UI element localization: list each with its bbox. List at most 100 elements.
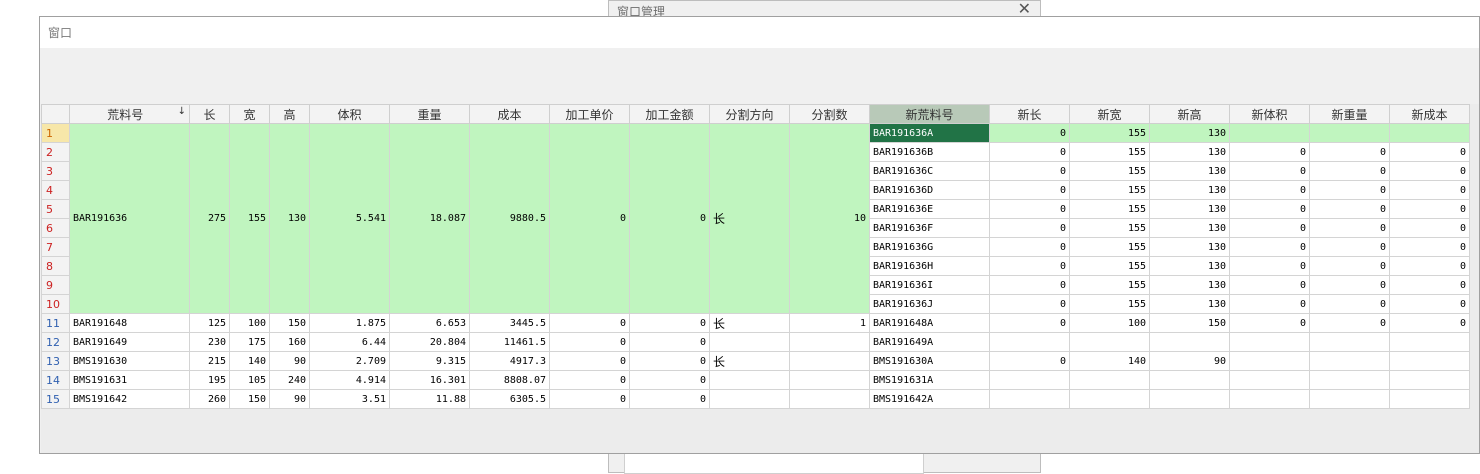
row-number-header[interactable]	[41, 104, 70, 124]
col-header-block-no[interactable]: 荒料号 ↓	[69, 104, 190, 124]
cell-new-cost[interactable]: 0	[1389, 237, 1470, 257]
cell-new-height[interactable]: 130	[1149, 256, 1230, 276]
cell-length[interactable]: 260	[189, 389, 230, 409]
cell-new-block-no[interactable]: BAR191636G	[869, 237, 990, 257]
cell-block-no[interactable]: BAR191649	[69, 332, 190, 352]
cell-new-length[interactable]: 0	[989, 161, 1070, 181]
cell-new-weight[interactable]	[1309, 389, 1390, 409]
cell-new-volume[interactable]	[1229, 389, 1310, 409]
cell-split-count[interactable]: 1	[789, 313, 870, 333]
cell-split-direction[interactable]	[709, 332, 790, 352]
table-row[interactable]: 12 BAR191649 230 175 160 6.44 20.804 11461.5 0 0 B…	[41, 332, 1470, 352]
cell-height[interactable]: 160	[269, 332, 310, 352]
cell-length[interactable]: 195	[189, 370, 230, 390]
cell-split-direction[interactable]: 长	[709, 313, 790, 333]
cell-new-weight[interactable]: 0	[1309, 142, 1390, 162]
row-number[interactable]: 12	[41, 332, 70, 352]
row-number[interactable]: 2	[41, 142, 70, 162]
table-row[interactable]: 11 BAR191648 125 100 150 1.875 6.653 3445.5 0 0 长 1…	[41, 313, 1470, 333]
cell-new-weight[interactable]: 0	[1309, 199, 1390, 219]
cell-new-length[interactable]: 0	[989, 294, 1070, 314]
cell-width[interactable]: 105	[229, 370, 270, 390]
cell-unit-price[interactable]: 0	[549, 123, 630, 314]
cell-split-direction[interactable]: 长	[709, 351, 790, 371]
cell-new-volume[interactable]: 0	[1229, 313, 1310, 333]
cell-volume[interactable]: 4.914	[309, 370, 390, 390]
cell-new-block-no[interactable]: BAR191636J	[869, 294, 990, 314]
cell-new-block-no[interactable]: BMS191642A	[869, 389, 990, 409]
cell-weight[interactable]: 16.301	[389, 370, 470, 390]
cell-height[interactable]: 90	[269, 389, 310, 409]
cell-new-width[interactable]: 140	[1069, 351, 1150, 371]
cell-amount[interactable]: 0	[629, 370, 710, 390]
cell-new-volume[interactable]	[1229, 370, 1310, 390]
cell-unit-price[interactable]: 0	[549, 351, 630, 371]
cell-new-cost[interactable]: 0	[1389, 142, 1470, 162]
cell-new-length[interactable]: 0	[989, 313, 1070, 333]
row-number[interactable]: 11	[41, 313, 70, 333]
cell-block-no[interactable]: BAR191636	[69, 123, 190, 314]
cell-new-block-no[interactable]: BAR191636D	[869, 180, 990, 200]
cell-new-block-no[interactable]: BAR191648A	[869, 313, 990, 333]
col-header-new-cost[interactable]: 新成本	[1389, 104, 1470, 124]
cell-split-count[interactable]	[789, 370, 870, 390]
cell-new-cost[interactable]	[1389, 389, 1470, 409]
cell-split-direction[interactable]	[709, 370, 790, 390]
cell-new-height[interactable]: 130	[1149, 275, 1230, 295]
cell-block-no[interactable]: BMS191631	[69, 370, 190, 390]
cell-new-cost[interactable]: 0	[1389, 256, 1470, 276]
cell-new-cost[interactable]	[1389, 332, 1470, 352]
cell-height[interactable]: 240	[269, 370, 310, 390]
cell-new-height[interactable]: 130	[1149, 199, 1230, 219]
cell-new-width[interactable]: 155	[1069, 275, 1150, 295]
cell-new-block-no[interactable]: BAR191649A	[869, 332, 990, 352]
cell-width[interactable]: 155	[229, 123, 270, 314]
cell-amount[interactable]: 0	[629, 123, 710, 314]
cell-new-volume[interactable]: 0	[1229, 180, 1310, 200]
cell-new-weight[interactable]: 0	[1309, 256, 1390, 276]
table-row[interactable]: 13 BMS191630 215 140 90 2.709 9.315 4917.3 0 0 长 BM…	[41, 351, 1470, 371]
cell-new-block-no[interactable]: BMS191631A	[869, 370, 990, 390]
cell-new-weight[interactable]: 0	[1309, 275, 1390, 295]
cell-weight[interactable]: 11.88	[389, 389, 470, 409]
col-header-new-weight[interactable]: 新重量	[1309, 104, 1390, 124]
cell-new-length[interactable]: 0	[989, 256, 1070, 276]
col-header-cost[interactable]: 成本	[469, 104, 550, 124]
cell-new-block-no[interactable]: BAR191636I	[869, 275, 990, 295]
cell-new-block-no[interactable]: BAR191636B	[869, 142, 990, 162]
cell-new-block-no[interactable]: BAR191636C	[869, 161, 990, 181]
cell-cost[interactable]: 3445.5	[469, 313, 550, 333]
cell-new-block-no[interactable]: BAR191636F	[869, 218, 990, 238]
cell-new-block-no[interactable]: BAR191636A	[869, 123, 990, 143]
cell-unit-price[interactable]: 0	[549, 370, 630, 390]
cell-new-weight[interactable]	[1309, 351, 1390, 371]
cell-new-volume[interactable]	[1229, 123, 1310, 143]
cell-new-length[interactable]	[989, 389, 1070, 409]
cell-new-height[interactable]: 130	[1149, 123, 1230, 143]
cell-new-cost[interactable]	[1389, 370, 1470, 390]
cell-split-count[interactable]: 10	[789, 123, 870, 314]
cell-new-volume[interactable]: 0	[1229, 294, 1310, 314]
cell-new-width[interactable]: 155	[1069, 218, 1150, 238]
cell-height[interactable]: 130	[269, 123, 310, 314]
cell-width[interactable]: 175	[229, 332, 270, 352]
cell-weight[interactable]: 20.804	[389, 332, 470, 352]
cell-cost[interactable]: 8808.07	[469, 370, 550, 390]
cell-new-length[interactable]: 0	[989, 275, 1070, 295]
cell-split-direction[interactable]	[709, 389, 790, 409]
cell-new-block-no[interactable]: BAR191636H	[869, 256, 990, 276]
cell-amount[interactable]: 0	[629, 313, 710, 333]
cell-new-height[interactable]	[1149, 370, 1230, 390]
cell-new-volume[interactable]: 0	[1229, 161, 1310, 181]
cell-new-weight[interactable]	[1309, 370, 1390, 390]
cell-new-weight[interactable]: 0	[1309, 218, 1390, 238]
cell-block-no[interactable]: BMS191630	[69, 351, 190, 371]
cell-new-length[interactable]: 0	[989, 199, 1070, 219]
cell-new-cost[interactable]: 0	[1389, 180, 1470, 200]
cell-new-width[interactable]	[1069, 332, 1150, 352]
cell-new-cost[interactable]: 0	[1389, 294, 1470, 314]
cell-new-volume[interactable]: 0	[1229, 275, 1310, 295]
row-number[interactable]: 9	[41, 275, 70, 295]
cell-new-weight[interactable]: 0	[1309, 294, 1390, 314]
cell-new-width[interactable]: 155	[1069, 161, 1150, 181]
